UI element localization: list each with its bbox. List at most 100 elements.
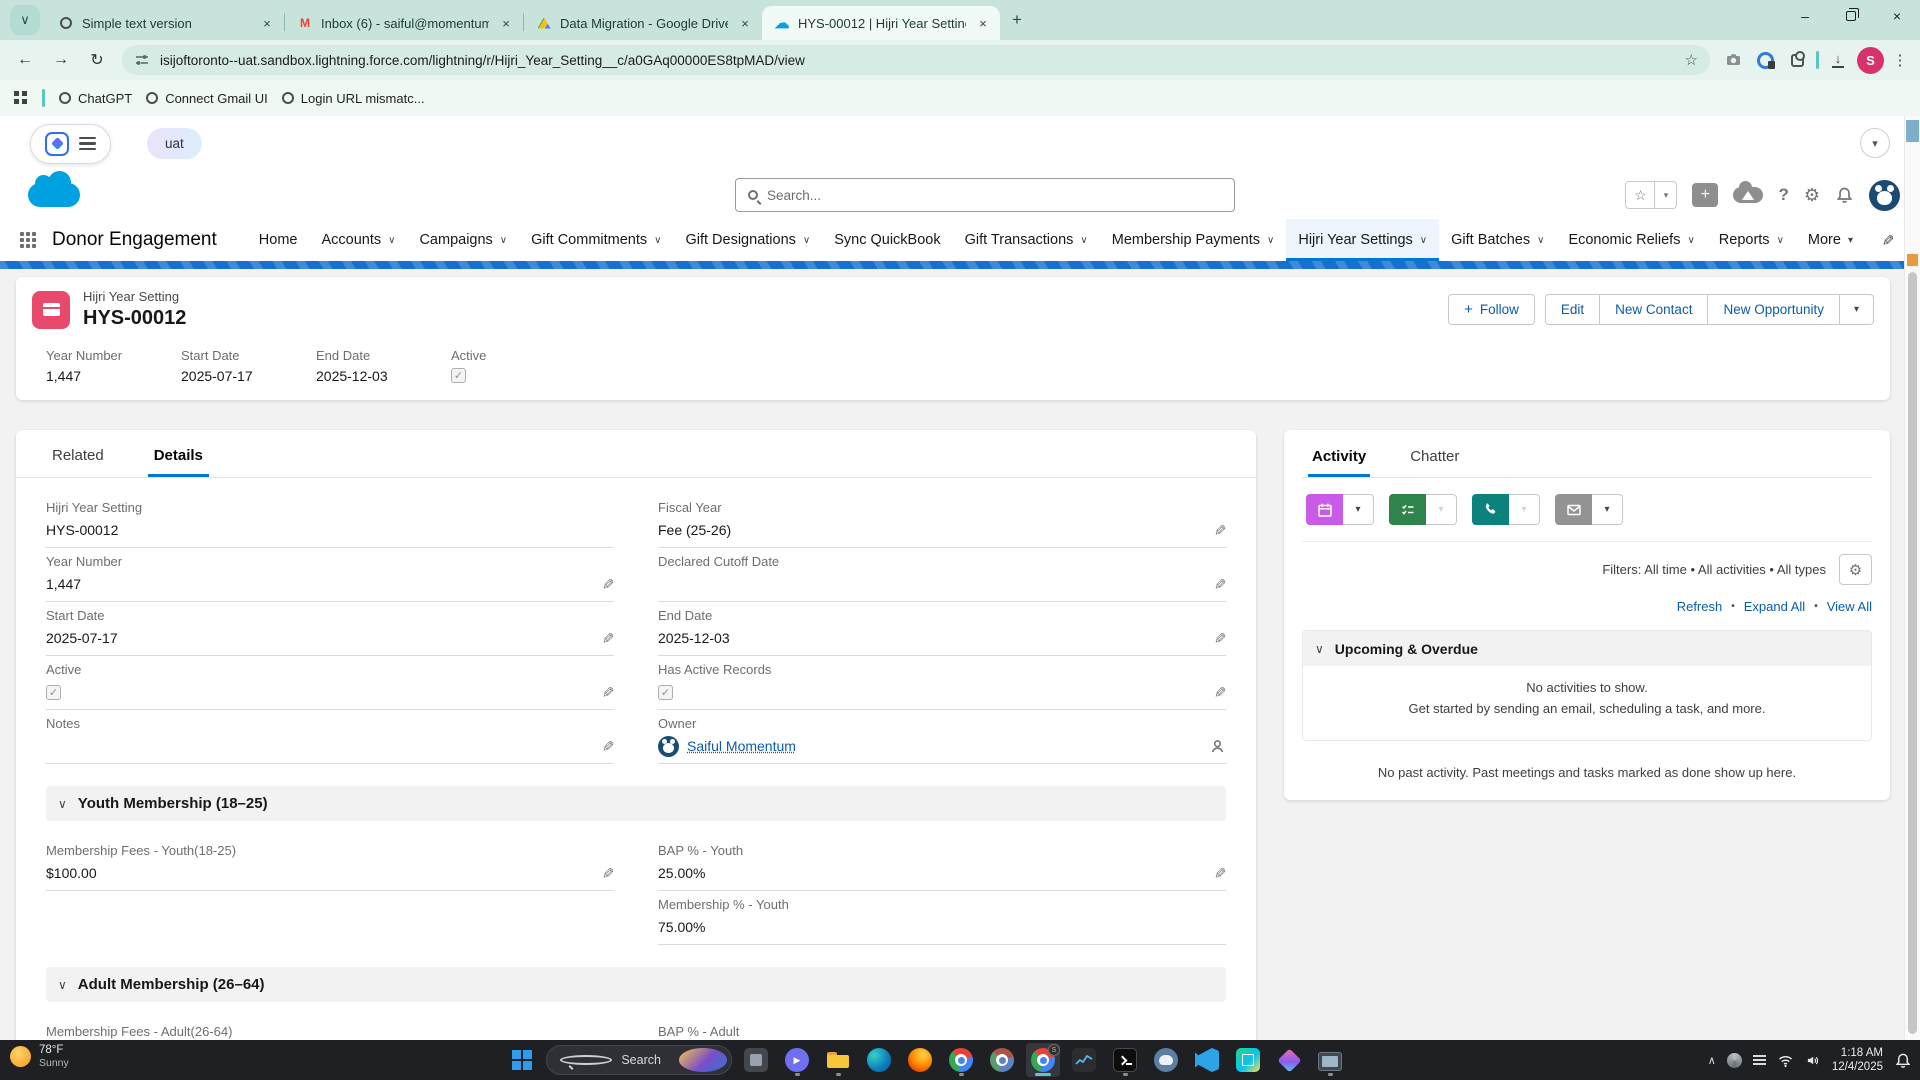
scrollbar-thumb[interactable] [1908, 272, 1917, 1034]
global-search-input[interactable]: Search... [735, 178, 1235, 212]
owner-link[interactable]: Saiful Momentum [687, 738, 796, 754]
browser-tab-salesforce-active[interactable]: ☁ HYS-00012 | Hijri Year Setting | S × [762, 6, 1000, 40]
taskbar-app-pycharm[interactable] [1231, 1043, 1265, 1077]
browser-tab-gmail[interactable]: M Inbox (6) - saiful@momentum-w × [285, 6, 523, 40]
close-icon[interactable]: × [974, 14, 992, 32]
url-text[interactable]: isijoftoronto--uat.sandbox.lightning.for… [160, 53, 1675, 68]
nav-item-gift-designations[interactable]: Gift Designations∨ [673, 219, 822, 261]
favorites-caret-icon[interactable]: ▾ [1654, 182, 1676, 208]
close-icon[interactable]: × [497, 14, 515, 32]
chevron-down-icon[interactable]: ∨ [1777, 235, 1784, 246]
vertical-scrollbar[interactable] [1904, 116, 1920, 1040]
upcoming-overdue-header[interactable]: ∨ Upcoming & Overdue [1303, 631, 1871, 666]
browser-menu-kebab-icon[interactable]: ⋮ [1890, 47, 1910, 73]
filters-gear-button[interactable]: ⚙ [1839, 554, 1872, 585]
overlay-caret-button[interactable]: ▾ [1860, 128, 1890, 158]
edit-nav-pencil-icon[interactable]: ✎ [1879, 234, 1897, 247]
chevron-down-icon[interactable]: ∨ [1267, 235, 1274, 246]
view-all-link[interactable]: View All [1827, 599, 1872, 614]
taskbar-clock[interactable]: 1:18 AM 12/4/2025 [1832, 1046, 1883, 1075]
nav-item-campaigns[interactable]: Campaigns∨ [407, 219, 519, 261]
email-caret[interactable]: ▾ [1592, 494, 1623, 525]
chevron-down-icon[interactable]: ∨ [654, 235, 661, 246]
wifi-icon[interactable] [1777, 1053, 1794, 1068]
nav-item-gift-commitments[interactable]: Gift Commitments∨ [519, 219, 673, 261]
bookmark-login-url[interactable]: Login URL mismatc... [282, 91, 425, 106]
user-avatar[interactable] [1869, 180, 1900, 211]
nav-item-more[interactable]: More▾ [1796, 219, 1865, 261]
taskbar-weather-widget[interactable]: 78°F Sunny [10, 1044, 69, 1069]
nav-item-gift-transactions[interactable]: Gift Transactions∨ [953, 219, 1100, 261]
close-window-button[interactable]: × [1874, 0, 1920, 32]
change-owner-icon[interactable] [1209, 738, 1226, 755]
taskbar-app-edge[interactable] [862, 1043, 896, 1077]
email-button[interactable] [1555, 494, 1592, 525]
taskbar-app-remote-desktop[interactable] [1313, 1043, 1347, 1077]
browser-tab-drive[interactable]: Data Migration - Google Drive × [524, 6, 762, 40]
taskbar-app-chrome-active[interactable]: S [1026, 1043, 1060, 1077]
edit-icon[interactable]: ✎ [599, 867, 617, 880]
reload-button[interactable]: ↻ [82, 45, 112, 75]
tray-notes-icon[interactable] [1753, 1055, 1766, 1065]
address-bar[interactable]: isijoftoronto--uat.sandbox.lightning.for… [122, 45, 1710, 75]
taskbar-app-monitor-graph[interactable] [1067, 1043, 1101, 1077]
restore-button[interactable] [1828, 0, 1874, 32]
minimize-button[interactable]: – [1782, 0, 1828, 32]
taskbar-app-file-explorer[interactable] [821, 1043, 855, 1077]
close-icon[interactable]: × [736, 14, 754, 32]
refresh-link[interactable]: Refresh [1677, 599, 1723, 614]
downloads-icon[interactable]: ↓ [1825, 47, 1851, 73]
new-task-button[interactable] [1389, 494, 1426, 525]
new-opportunity-button[interactable]: New Opportunity [1708, 294, 1840, 325]
log-a-call-button[interactable] [1472, 494, 1509, 525]
nav-item-reports[interactable]: Reports∨ [1707, 219, 1796, 261]
trailhead-icon[interactable] [1733, 187, 1763, 203]
nav-item-gift-batches[interactable]: Gift Batches∨ [1439, 219, 1556, 261]
edit-icon[interactable]: ✎ [1211, 867, 1229, 880]
global-actions-icon[interactable]: + [1692, 183, 1718, 207]
taskbar-search[interactable]: Search [546, 1045, 732, 1075]
tab-search-button[interactable]: ∨ [10, 5, 40, 35]
caret-down-icon[interactable]: ▾ [1848, 235, 1853, 246]
bookmark-chatgpt[interactable]: ChatGPT [59, 91, 132, 106]
extensions-puzzle-icon[interactable] [1784, 47, 1810, 73]
section-youth-membership[interactable]: ∨ Youth Membership (18–25) [46, 786, 1226, 821]
forward-button[interactable]: → [46, 45, 76, 75]
nav-item-home[interactable]: Home [247, 219, 310, 261]
volume-icon[interactable] [1805, 1053, 1821, 1068]
setup-gear-icon[interactable]: ⚙ [1804, 185, 1820, 206]
more-actions-caret-button[interactable]: ▾ [1840, 294, 1874, 325]
new-event-caret[interactable]: ▾ [1343, 494, 1374, 525]
favorites-star-icon[interactable]: ☆ [1626, 182, 1654, 208]
nav-item-hijri-year-settings[interactable]: Hijri Year Settings∨ [1286, 219, 1439, 261]
nav-item-economic-reliefs[interactable]: Economic Reliefs∨ [1556, 219, 1706, 261]
chevron-down-icon[interactable]: ∨ [500, 235, 507, 246]
edit-icon[interactable]: ✎ [599, 740, 617, 753]
edit-icon[interactable]: ✎ [599, 578, 617, 591]
taskbar-app-chrome-profile1[interactable] [944, 1043, 978, 1077]
app-launcher-waffle-icon[interactable] [20, 232, 36, 248]
taskbar-app-chrome-profile2[interactable] [985, 1043, 1019, 1077]
nav-item-membership-payments[interactable]: Membership Payments∨ [1100, 219, 1287, 261]
edit-icon[interactable]: ✎ [1211, 524, 1229, 537]
expand-all-link[interactable]: Expand All [1744, 599, 1805, 614]
bookmark-connect-gmail[interactable]: Connect Gmail UI [146, 91, 268, 106]
section-adult-membership[interactable]: ∨ Adult Membership (26–64) [46, 967, 1226, 1002]
notification-bell-icon[interactable] [1894, 1052, 1912, 1069]
start-button[interactable] [505, 1043, 539, 1077]
chevron-down-icon[interactable]: ∨ [1687, 235, 1694, 246]
screenshot-camera-icon[interactable] [1720, 47, 1746, 73]
tab-details[interactable]: Details [148, 447, 209, 477]
edit-icon[interactable]: ✎ [1211, 632, 1229, 645]
notifications-bell-icon[interactable] [1835, 186, 1854, 204]
help-icon[interactable]: ? [1778, 185, 1788, 205]
chevron-down-icon[interactable]: ∨ [388, 235, 395, 246]
bookmark-star-icon[interactable]: ☆ [1685, 51, 1698, 69]
taskbar-app-firefox[interactable] [903, 1043, 937, 1077]
hidden-icons-chevron[interactable]: ∧ [1708, 1054, 1716, 1067]
edit-icon[interactable]: ✎ [599, 632, 617, 645]
taskbar-app-postgres[interactable] [1149, 1043, 1183, 1077]
privacy-extension-icon[interactable] [1752, 47, 1778, 73]
edit-button[interactable]: Edit [1545, 294, 1600, 325]
tab-chatter[interactable]: Chatter [1406, 442, 1463, 477]
